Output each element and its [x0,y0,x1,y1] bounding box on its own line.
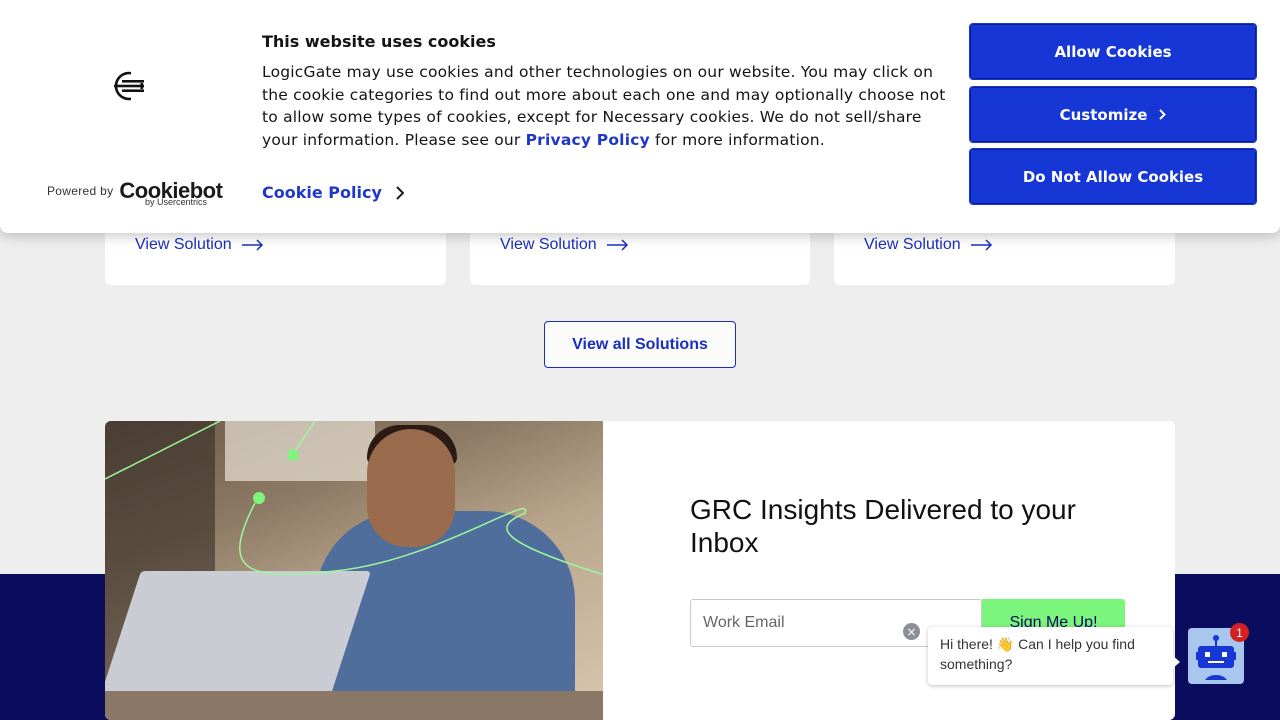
robot-icon [1196,635,1236,680]
view-solution-label: View Solution [500,236,597,253]
man-with-laptop-photo [105,421,603,720]
chat-close-icon[interactable]: × [902,622,921,641]
logicgate-logo-icon [114,70,145,102]
chevron-right-icon [396,185,404,200]
customize-label: Customize [1059,105,1148,124]
cookie-banner-title: This website uses cookies [262,32,496,51]
arrow-right-icon [241,239,264,251]
chat-message-bubble[interactable]: Hi there! 👋 Can I help you find somethin… [928,627,1180,685]
view-solution-link[interactable]: View Solution [135,236,264,254]
view-solution-link[interactable]: View Solution [864,236,993,254]
customize-button[interactable]: Customize [969,86,1257,143]
view-solution-label: View Solution [864,236,961,253]
do-not-allow-cookies-label: Do Not Allow Cookies [1022,167,1204,186]
view-solution-label: View Solution [135,236,232,253]
powered-by-cookiebot[interactable]: Powered by Cookiebot by Usercentrics [47,180,223,208]
usercentrics-label: by Usercentrics [145,197,208,207]
cookie-text-suffix: for more information. [649,131,825,150]
view-all-solutions-button[interactable]: View all Solutions [544,321,736,368]
powered-by-label: Powered by [47,184,114,198]
chevron-right-icon [1159,109,1167,120]
allow-cookies-button[interactable]: Allow Cookies [969,23,1257,80]
newsletter-title: GRC Insights Delivered to your Inbox [690,494,1076,558]
arrow-right-icon [606,239,629,251]
cookie-banner: Powered by Cookiebot by Usercentrics Thi… [0,0,1280,233]
decorative-curve [105,421,603,576]
do-not-allow-cookies-button[interactable]: Do Not Allow Cookies [969,148,1257,205]
view-solution-link[interactable]: View Solution [500,236,629,254]
cookie-policy-label: Cookie Policy [262,183,382,202]
cookie-policy-link[interactable]: Cookie Policy [262,183,404,202]
arrow-right-icon [970,239,993,251]
privacy-policy-link[interactable]: Privacy Policy [526,131,650,149]
allow-cookies-label: Allow Cookies [1054,42,1172,61]
cookie-banner-text: LogicGate may use cookies and other tech… [262,61,952,152]
unread-badge: 1 [1230,623,1249,642]
